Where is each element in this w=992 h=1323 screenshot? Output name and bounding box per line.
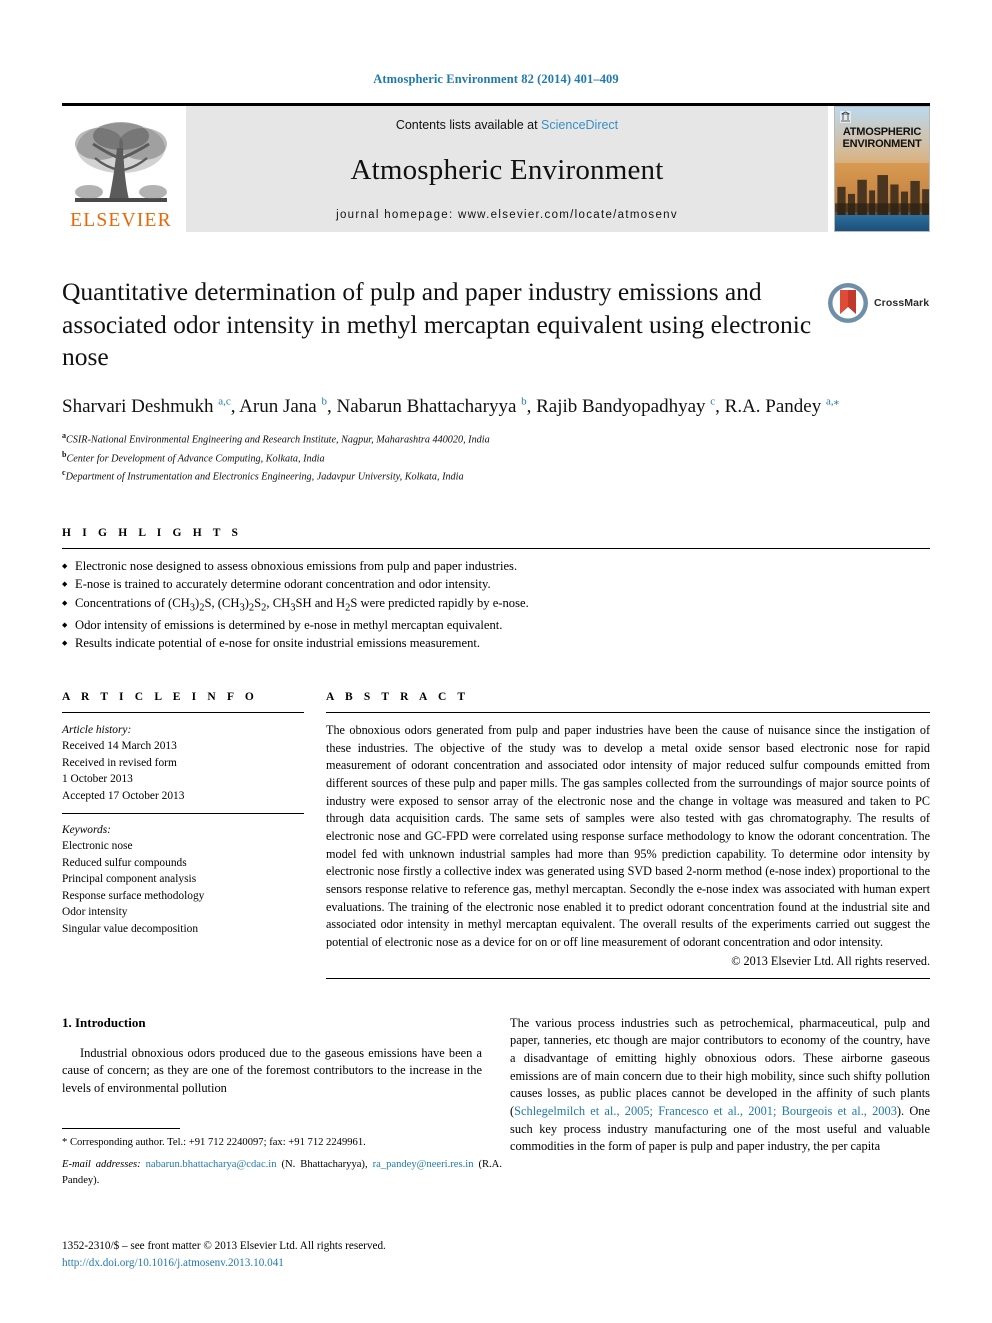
keywords-block: Keywords: Electronic nose Reduced sulfur… <box>62 822 304 937</box>
copyright-line: © 2013 Elsevier Ltd. All rights reserved… <box>731 953 930 968</box>
abstract-section: A B S T R A C T The obnoxious odors gene… <box>326 691 930 979</box>
elsevier-logo: ELSEVIER <box>62 106 180 232</box>
email-addresses-label: E-mail addresses: <box>62 1158 141 1170</box>
history-line: Accepted 17 October 2013 <box>62 789 185 802</box>
crossmark-icon <box>828 283 868 323</box>
list-item: E-nose is trained to accurately determin… <box>62 575 930 594</box>
paragraph: Industrial obnoxious odors produced due … <box>62 1045 482 1096</box>
body-column-right: The various process industries such as p… <box>510 1015 930 1156</box>
keyword-item: Response surface methodology <box>62 889 205 902</box>
list-item: Odor intensity of emissions is determine… <box>62 616 930 635</box>
cover-water <box>835 214 929 231</box>
issn-block: 1352-2310/$ – see front matter © 2013 El… <box>62 1238 562 1272</box>
keywords-divider <box>62 813 304 815</box>
history-line: 1 October 2013 <box>62 773 133 786</box>
sciencedirect-link[interactable]: ScienceDirect <box>541 118 618 132</box>
author-list: Sharvari Deshmukh a,c, Arun Jana b, Naba… <box>62 394 862 421</box>
elsevier-tree-icon <box>75 121 167 202</box>
affiliation-item: aCSIR-National Environmental Engineering… <box>62 430 930 448</box>
title-block: Quantitative determination of pulp and p… <box>62 276 930 374</box>
authors-text: Sharvari Deshmukh a,c, Arun Jana b, Naba… <box>62 395 840 417</box>
abstract-heading: A B S T R A C T <box>326 690 470 703</box>
affiliation-text: Center for Development of Advance Comput… <box>66 453 325 465</box>
keyword-item: Electronic nose <box>62 840 133 853</box>
affiliation-text: CSIR-National Environmental Engineering … <box>66 434 490 446</box>
journal-title: Atmospheric Environment <box>350 154 664 186</box>
doi-link[interactable]: http://dx.doi.org/10.1016/j.atmosenv.201… <box>62 1255 562 1272</box>
email-addresses-note: E-mail addresses: nabarun.bhattacharya@c… <box>62 1157 502 1189</box>
email-owner-bhattacharyya: (N. Bhattacharyya), <box>281 1158 368 1170</box>
cover-title-line2: ENVIRONMENT <box>842 137 922 150</box>
list-item: Concentrations of (CH3)2S, (CH3)2S2, CH3… <box>62 594 930 616</box>
abstract-text: The obnoxious odors generated from pulp … <box>326 722 930 950</box>
email-link-bhattacharyya[interactable]: nabarun.bhattacharya@cdac.in <box>146 1159 277 1170</box>
crossmark-label: CrossMark <box>874 297 930 309</box>
section-heading-introduction: 1. Introduction <box>62 1014 146 1030</box>
contents-lists-text: Contents lists available at <box>395 118 542 132</box>
article-info-section: A R T I C L E I N F O Article history: R… <box>62 691 304 979</box>
journal-homepage-link[interactable]: journal homepage: www.elsevier.com/locat… <box>336 209 678 221</box>
highlights-section: H I G H L I G H T S Electronic nose desi… <box>62 527 930 653</box>
keyword-item: Principal component analysis <box>62 873 197 886</box>
list-item: Results indicate potential of e-nose for… <box>62 634 930 653</box>
cover-emblem-icon <box>840 111 851 123</box>
abstract-bottom-divider <box>326 977 930 979</box>
abstract-divider <box>326 711 930 713</box>
contents-lists-line: Contents lists available at ScienceDirec… <box>396 118 618 132</box>
page-title: Quantitative determination of pulp and p… <box>62 277 812 372</box>
affiliation-list: aCSIR-National Environmental Engineering… <box>62 430 930 485</box>
article-info-divider <box>62 711 304 713</box>
history-line: Received 14 March 2013 <box>62 740 177 753</box>
history-line: Received in revised form <box>62 756 177 769</box>
corresponding-author-text: * Corresponding author. Tel.: +91 712 22… <box>62 1137 366 1148</box>
article-page: Atmospheric Environment 82 (2014) 401–40… <box>0 0 992 1323</box>
cover-title: ATMOSPHERIC ENVIRONMENT <box>835 126 929 151</box>
cover-skyline-icon <box>835 174 929 215</box>
info-abstract-row: A R T I C L E I N F O Article history: R… <box>62 691 930 979</box>
email-link-pandey[interactable]: ra_pandey@neeri.res.in <box>373 1159 474 1170</box>
journal-banner: Contents lists available at ScienceDirec… <box>186 106 828 232</box>
paragraph-text-part1: The various process industries such as p… <box>510 1015 930 1118</box>
article-history-label: Article history: <box>62 723 132 736</box>
keyword-item: Reduced sulfur compounds <box>62 856 187 869</box>
affiliation-item: bCenter for Development of Advance Compu… <box>62 449 930 467</box>
journal-masthead: ELSEVIER Contents lists available at Sci… <box>62 103 930 232</box>
citation-link[interactable]: Schlegelmilch et al., 2005; Francesco et… <box>514 1104 897 1118</box>
footnote-area: * Corresponding author. Tel.: +91 712 22… <box>62 1128 502 1189</box>
journal-cover-thumbnail: ATMOSPHERIC ENVIRONMENT <box>834 106 930 232</box>
keyword-item: Singular value decomposition <box>62 922 199 935</box>
article-info-heading: A R T I C L E I N F O <box>62 690 258 703</box>
affiliation-item: cDepartment of Instrumentation and Elect… <box>62 467 930 485</box>
highlights-heading: H I G H L I G H T S <box>62 526 243 539</box>
paragraph: The various process industries such as p… <box>510 1015 930 1156</box>
elsevier-wordmark: ELSEVIER <box>70 209 172 231</box>
affiliation-text: Department of Instrumentation and Electr… <box>65 471 464 483</box>
keyword-item: Odor intensity <box>62 906 128 919</box>
highlights-list: Electronic nose designed to assess obnox… <box>62 549 930 653</box>
article-history: Article history: Received 14 March 2013 … <box>62 722 304 804</box>
footnote-divider <box>62 1128 180 1129</box>
crossmark-badge[interactable]: CrossMark <box>826 280 930 326</box>
keywords-label: Keywords: <box>62 824 111 837</box>
list-item: Electronic nose designed to assess obnox… <box>62 557 930 576</box>
corresponding-author-note: * Corresponding author. Tel.: +91 712 22… <box>62 1135 502 1151</box>
running-head: Atmospheric Environment 82 (2014) 401–40… <box>373 72 619 86</box>
issn-line: 1352-2310/$ – see front matter © 2013 El… <box>62 1240 386 1252</box>
